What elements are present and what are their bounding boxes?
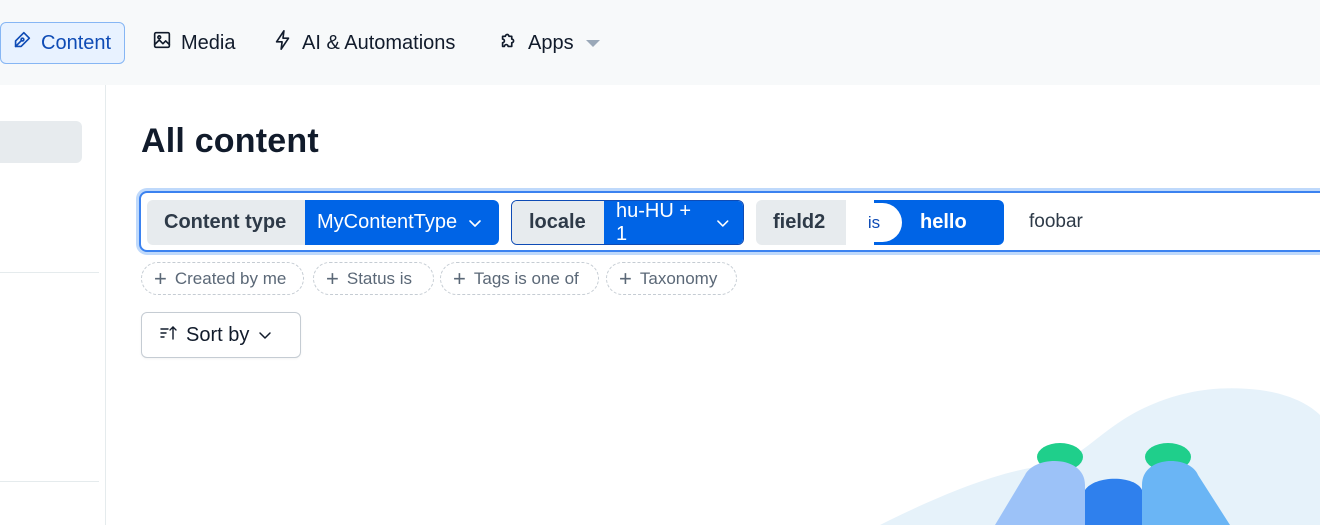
sidebar-item-active[interactable]	[0, 121, 82, 163]
suggestion-chip-taxonomy[interactable]: + Taxonomy	[606, 262, 737, 295]
nav-apps-menu[interactable]: Apps	[488, 22, 610, 64]
empty-state-illustration	[880, 388, 1320, 525]
suggestion-chip-status[interactable]: + Status is	[313, 262, 434, 295]
nav-content-label: Content	[41, 31, 112, 54]
plus-icon: +	[619, 265, 632, 291]
chevron-down-icon	[259, 332, 272, 339]
top-navigation: Content Media AI & Automations Apps	[0, 0, 1320, 85]
lightning-icon	[272, 29, 294, 57]
filter-value-dropdown[interactable]: MyContentType	[305, 200, 499, 245]
sidebar-divider	[0, 272, 99, 273]
nav-media-tab[interactable]: Media	[141, 22, 245, 64]
image-icon	[151, 29, 173, 57]
puzzle-icon	[498, 29, 520, 57]
search-input-text[interactable]: foobar	[1029, 211, 1083, 233]
search-bar[interactable]: Content type MyContentType locale hu-HU …	[139, 191, 1320, 252]
plus-icon: +	[326, 265, 339, 291]
sidebar	[0, 85, 106, 525]
filter-key: field2	[756, 200, 846, 245]
filter-pill-field2[interactable]: field2 is hello	[756, 200, 1004, 245]
sort-by-label: Sort by	[186, 323, 250, 346]
pen-icon	[11, 29, 33, 57]
filter-operator[interactable]: is	[846, 203, 902, 242]
chevron-down-icon	[717, 219, 729, 227]
nav-content-tab[interactable]: Content	[0, 22, 125, 64]
filter-value: MyContentType	[317, 211, 458, 233]
plus-icon: +	[453, 265, 466, 291]
filter-pill-locale[interactable]: locale hu-HU + 1	[511, 200, 744, 245]
filter-value: hu-HU + 1	[616, 200, 692, 245]
filter-pill-content-type[interactable]: Content type MyContentType	[147, 200, 499, 245]
chip-label: Status is	[346, 268, 413, 288]
suggestion-chip-tags[interactable]: + Tags is one of	[440, 262, 599, 295]
chip-label: Taxonomy	[639, 268, 718, 288]
page-title: All content	[141, 122, 319, 160]
chip-label: Created by me	[174, 268, 287, 288]
nav-apps-label: Apps	[528, 31, 574, 54]
sort-by-button[interactable]: Sort by	[141, 312, 301, 358]
caret-down-icon	[585, 39, 600, 47]
filter-key: Content type	[147, 200, 305, 245]
plus-icon: +	[154, 265, 167, 291]
chip-label: Tags is one of	[473, 268, 579, 288]
nav-ai-label: AI & Automations	[302, 31, 456, 54]
filter-value-dropdown[interactable]: hu-HU + 1	[604, 201, 743, 244]
sidebar-divider	[0, 481, 99, 482]
nav-ai-automations-tab[interactable]: AI & Automations	[262, 22, 465, 64]
chevron-down-icon	[469, 219, 481, 227]
filter-key: locale	[512, 201, 604, 244]
suggestion-chip-created-by-me[interactable]: + Created by me	[141, 262, 304, 295]
sort-icon	[160, 324, 178, 347]
nav-media-label: Media	[181, 31, 236, 54]
